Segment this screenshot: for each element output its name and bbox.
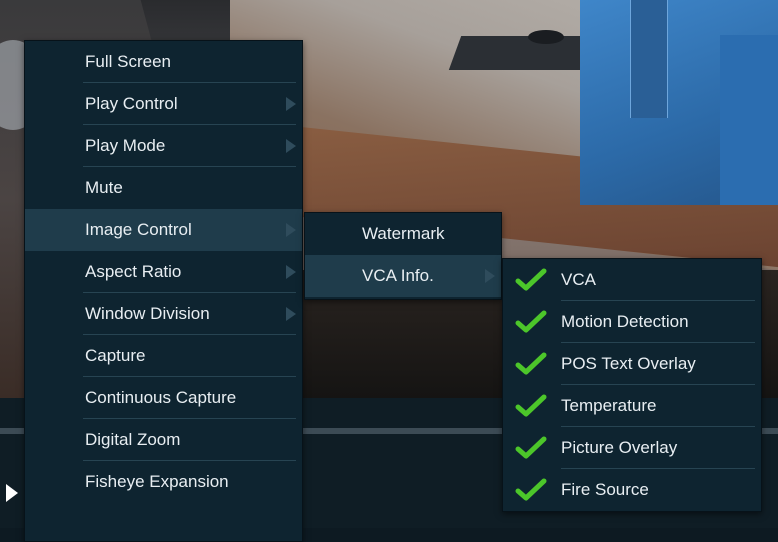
- menu-item-label: POS Text Overlay: [561, 354, 696, 373]
- menu-item-label: Mute: [85, 178, 123, 197]
- vca-item-picture-overlay[interactable]: Picture Overlay: [503, 427, 761, 469]
- menu-item-full-screen[interactable]: Full Screen: [25, 41, 302, 83]
- vca-item-fire-source[interactable]: Fire Source: [503, 469, 761, 511]
- vca-item-vca[interactable]: VCA: [503, 259, 761, 301]
- menu-item-label: Temperature: [561, 396, 657, 415]
- menu-item-label: Fire Source: [561, 480, 649, 499]
- menu-item-label: VCA Info.: [362, 266, 434, 285]
- menu-item-label: Window Division: [85, 304, 210, 323]
- chevron-right-icon: [485, 269, 495, 283]
- chevron-right-icon: [286, 223, 296, 237]
- chevron-right-icon: [286, 97, 296, 111]
- vca-item-motion-detection[interactable]: Motion Detection: [503, 301, 761, 343]
- menu-item-label: Full Screen: [85, 52, 171, 71]
- menu-item-window-division[interactable]: Window Division: [25, 293, 302, 335]
- menu-item-aspect-ratio[interactable]: Aspect Ratio: [25, 251, 302, 293]
- background-box-side: [720, 35, 778, 205]
- menu-item-label: Fisheye Expansion: [85, 472, 229, 491]
- background-mouse: [528, 30, 564, 44]
- menu-item-label: Play Control: [85, 94, 178, 113]
- play-icon[interactable]: [6, 484, 18, 502]
- menu-item-fisheye-expansion[interactable]: Fisheye Expansion: [25, 461, 302, 503]
- menu-item-label: Picture Overlay: [561, 438, 678, 457]
- menu-item-image-control[interactable]: Image Control: [25, 209, 302, 251]
- menu-item-continuous-capture[interactable]: Continuous Capture: [25, 377, 302, 419]
- checkmark-icon: [515, 436, 547, 460]
- checkmark-icon: [515, 352, 547, 376]
- menu-item-digital-zoom[interactable]: Digital Zoom: [25, 419, 302, 461]
- menu-item-play-control[interactable]: Play Control: [25, 83, 302, 125]
- context-menu: Full Screen Play Control Play Mode Mute Imag…: [24, 40, 303, 542]
- chevron-right-icon: [286, 307, 296, 321]
- menu-item-label: Image Control: [85, 220, 192, 239]
- submenu-item-vca-info[interactable]: VCA Info.: [305, 255, 501, 297]
- image-control-submenu: Watermark VCA Info.: [304, 212, 502, 300]
- menu-item-label: Aspect Ratio: [85, 262, 182, 281]
- vca-item-pos-text-overlay[interactable]: POS Text Overlay: [503, 343, 761, 385]
- menu-item-capture[interactable]: Capture: [25, 335, 302, 377]
- vca-item-temperature[interactable]: Temperature: [503, 385, 761, 427]
- checkmark-icon: [515, 310, 547, 334]
- menu-item-label: Digital Zoom: [85, 430, 181, 449]
- menu-item-label: Continuous Capture: [85, 388, 237, 407]
- menu-item-label: Capture: [85, 346, 146, 365]
- menu-item-mute[interactable]: Mute: [25, 167, 302, 209]
- checkmark-icon: [515, 478, 547, 502]
- submenu-item-watermark[interactable]: Watermark: [305, 213, 501, 255]
- menu-item-label: VCA: [561, 270, 596, 289]
- checkmark-icon: [515, 394, 547, 418]
- menu-item-label: Motion Detection: [561, 312, 689, 331]
- chevron-right-icon: [286, 265, 296, 279]
- vca-info-submenu: VCA Motion Detection POS Text Overlay Tempe…: [502, 258, 762, 512]
- menu-item-play-mode[interactable]: Play Mode: [25, 125, 302, 167]
- chevron-right-icon: [286, 139, 296, 153]
- menu-item-label: Watermark: [362, 224, 445, 243]
- menu-item-label: Play Mode: [85, 136, 166, 155]
- background-box-panel: [630, 0, 668, 118]
- checkmark-icon: [515, 268, 547, 292]
